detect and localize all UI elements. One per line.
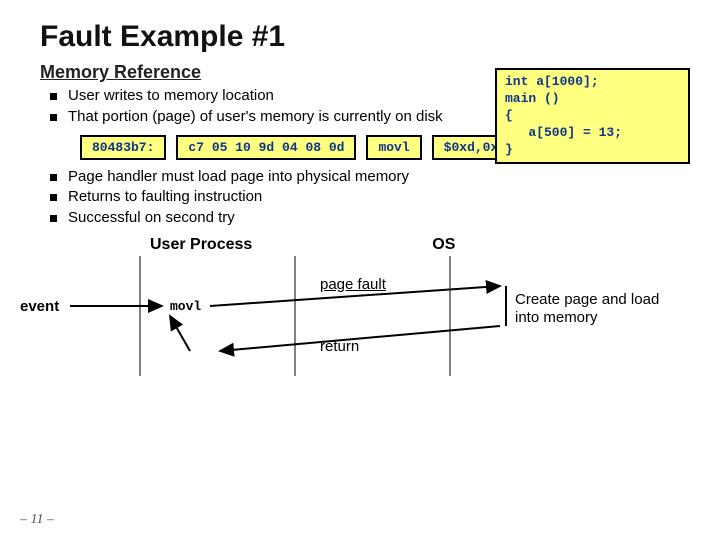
event-label: event xyxy=(20,298,59,315)
bullet-item: Returns to faulting instruction xyxy=(68,188,448,207)
page-fault-label: page fault xyxy=(320,276,386,293)
user-process-heading: User Process xyxy=(150,236,252,254)
return-label: return xyxy=(320,338,359,355)
code-snippet: int a[1000]; main () { a[500] = 13; } xyxy=(495,68,690,164)
os-heading: OS xyxy=(432,236,455,254)
slide-title: Fault Example #1 xyxy=(40,20,680,54)
movl-label: movl xyxy=(170,299,201,314)
slide-number: – 11 – xyxy=(20,512,54,528)
fault-diagram: event movl page fault return Create page… xyxy=(40,256,680,406)
bullet-item: Page handler must load page into physica… xyxy=(68,168,448,187)
bullet-item: User writes to memory location xyxy=(68,87,448,106)
bullet-item: That portion (page) of user's memory is … xyxy=(68,108,448,127)
os-action-note: Create page and load into memory xyxy=(515,291,685,327)
disasm-address: 80483b7: xyxy=(80,135,166,160)
bullet-list-2: Page handler must load page into physica… xyxy=(40,168,680,228)
disasm-mnemonic: movl xyxy=(366,135,421,160)
disasm-bytes: c7 05 10 9d 04 08 0d xyxy=(176,135,356,160)
bullet-item: Successful on second try xyxy=(68,209,448,228)
